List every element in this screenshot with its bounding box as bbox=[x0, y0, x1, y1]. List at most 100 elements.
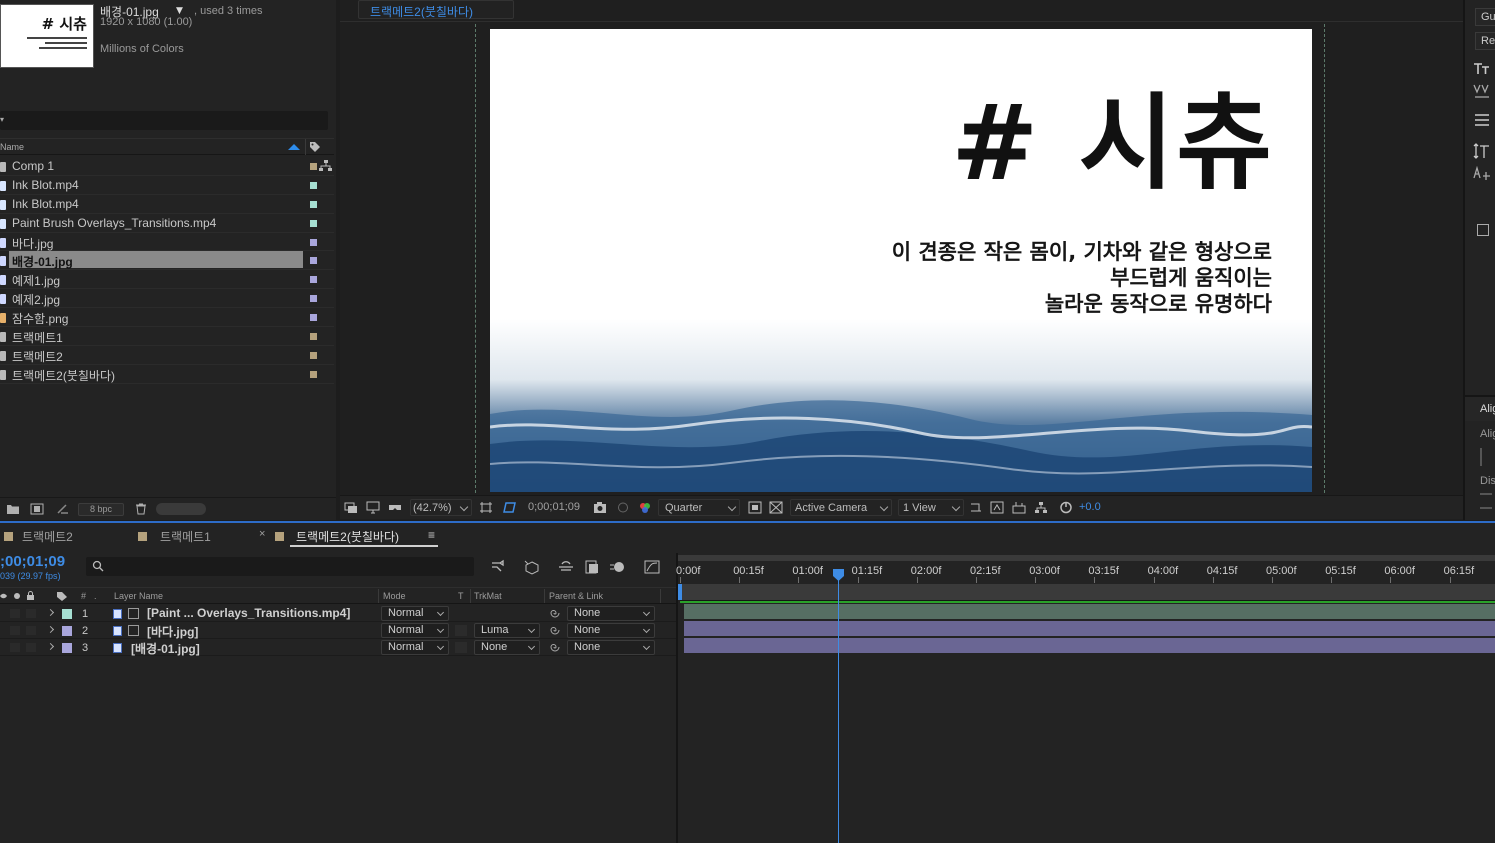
column-mode[interactable]: Mode bbox=[383, 591, 406, 601]
project-item[interactable]: Paint Brush Overlays_Transitions.mp4 bbox=[0, 214, 334, 233]
flowchart-icon[interactable] bbox=[1034, 501, 1048, 514]
layer-bar-1[interactable] bbox=[684, 604, 1495, 619]
lock-toggle[interactable] bbox=[26, 626, 36, 635]
label-color-swatch[interactable] bbox=[310, 370, 317, 378]
camera-dropdown[interactable]: Active Camera bbox=[790, 499, 892, 516]
track-matte-dropdown[interactable]: None bbox=[474, 640, 540, 655]
expand-twirl-icon[interactable] bbox=[46, 625, 55, 634]
hide-shy-layers-icon[interactable] bbox=[557, 559, 575, 575]
timeline-tab-2[interactable]: 트랙메트1 bbox=[160, 528, 211, 545]
layer-name[interactable]: [Paint ... Overlays_Transitions.mp4] bbox=[147, 606, 350, 620]
parent-dropdown[interactable]: None bbox=[567, 640, 655, 655]
project-item[interactable]: 바다.jpg bbox=[0, 233, 334, 252]
pick-whip-icon[interactable] bbox=[549, 641, 561, 653]
mask-visibility-icon[interactable] bbox=[502, 501, 516, 514]
project-item[interactable]: 트랙메트2 bbox=[0, 346, 334, 365]
time-navigator[interactable] bbox=[678, 555, 1495, 561]
visibility-toggle[interactable] bbox=[10, 626, 20, 635]
fast-previews-icon[interactable] bbox=[990, 501, 1004, 514]
layer-label-swatch[interactable] bbox=[62, 626, 72, 636]
label-color-swatch[interactable] bbox=[310, 333, 317, 341]
label-tag-icon[interactable] bbox=[56, 591, 68, 602]
lock-toggle[interactable] bbox=[26, 643, 36, 652]
trash-icon[interactable] bbox=[134, 503, 148, 515]
distribute-top-icon[interactable] bbox=[1480, 493, 1492, 509]
monitor-icon[interactable] bbox=[366, 501, 380, 514]
grid-guides-icon[interactable] bbox=[479, 501, 493, 514]
close-icon[interactable]: × bbox=[259, 528, 265, 540]
timeline-search-input[interactable] bbox=[86, 557, 474, 576]
column-name-label[interactable]: Name bbox=[0, 142, 24, 152]
preserve-transparency-toggle[interactable] bbox=[455, 625, 467, 636]
pick-whip-icon[interactable] bbox=[549, 624, 561, 636]
blend-mode-dropdown[interactable]: Normal bbox=[381, 606, 449, 621]
lock-toggle[interactable] bbox=[26, 609, 36, 618]
graph-editor-icon[interactable] bbox=[643, 559, 661, 575]
label-color-swatch[interactable] bbox=[310, 219, 317, 227]
align-left-icon[interactable] bbox=[1480, 448, 1492, 466]
interpret-footage-icon[interactable] bbox=[56, 503, 70, 515]
chevron-down-icon[interactable]: ▼ bbox=[176, 6, 183, 16]
layer-row[interactable]: 1 [Paint ... Overlays_Transitions.mp4] Nor… bbox=[0, 605, 676, 622]
project-item[interactable]: 트랙메트1 bbox=[0, 327, 334, 346]
label-color-swatch[interactable] bbox=[310, 314, 317, 322]
label-color-swatch[interactable] bbox=[310, 276, 317, 284]
column-trkmat[interactable]: TrkMat bbox=[474, 591, 502, 601]
label-color-swatch[interactable] bbox=[310, 351, 317, 359]
project-item[interactable]: 잠수함.png bbox=[0, 308, 334, 328]
current-time-indicator[interactable] bbox=[833, 569, 844, 581]
label-color-swatch[interactable] bbox=[310, 163, 317, 170]
blend-mode-dropdown[interactable]: Normal bbox=[381, 640, 449, 655]
label-tag-icon[interactable] bbox=[309, 141, 321, 153]
layer-switch-icon[interactable] bbox=[128, 625, 139, 636]
expand-twirl-icon[interactable] bbox=[46, 608, 55, 617]
flowchart-icon[interactable] bbox=[319, 160, 332, 172]
expand-twirl-icon[interactable] bbox=[46, 642, 55, 651]
layer-label-swatch[interactable] bbox=[62, 643, 72, 653]
label-color-swatch[interactable] bbox=[310, 238, 317, 246]
motion-blur-icon[interactable] bbox=[609, 559, 627, 575]
resolution-dropdown[interactable]: Quarter bbox=[658, 499, 740, 516]
layer-bar-2[interactable] bbox=[684, 621, 1495, 636]
composition-viewer[interactable]: # 시츄 이 견종은 작은 몸이, 기차와 같은 형상으로 부드럽게 움직이는 … bbox=[490, 29, 1312, 492]
new-composition-icon[interactable] bbox=[30, 503, 44, 515]
sort-ascending-icon[interactable] bbox=[288, 144, 300, 150]
layer-row[interactable]: 3 [배경-01.jpg] Normal None None bbox=[0, 639, 676, 656]
project-item[interactable]: Ink Blot.mp4 bbox=[0, 195, 334, 214]
new-folder-icon[interactable] bbox=[6, 503, 20, 515]
bit-depth-button[interactable]: 8 bpc bbox=[78, 503, 124, 516]
timeline-link-icon[interactable] bbox=[1012, 501, 1026, 514]
project-item[interactable]: Ink Blot.mp4 bbox=[0, 176, 334, 195]
transparency-grid-icon[interactable] bbox=[769, 501, 783, 514]
project-search-input[interactable] bbox=[0, 111, 328, 130]
camera-snapshot-icon[interactable] bbox=[593, 501, 607, 514]
project-item[interactable]: 예제1.jpg bbox=[0, 270, 334, 290]
color-channels-icon[interactable] bbox=[638, 501, 652, 514]
label-color-swatch[interactable] bbox=[310, 295, 317, 303]
timeline-tab-active[interactable]: 트랙메트2(붓칠바다) bbox=[296, 528, 399, 545]
panel-menu-icon[interactable]: ≡ bbox=[428, 528, 435, 542]
project-item[interactable]: 배경-01.jpg bbox=[0, 251, 334, 271]
thumbnail-size-slider[interactable] bbox=[156, 503, 206, 515]
project-item[interactable]: 예제2.jpg bbox=[0, 289, 334, 309]
timeline-current-time[interactable]: ;00;01;09 bbox=[0, 553, 65, 570]
view-layout-dropdown[interactable]: 1 View bbox=[898, 499, 964, 516]
magnification-dropdown[interactable]: (42.7%) bbox=[410, 499, 472, 516]
label-color-swatch[interactable] bbox=[310, 257, 317, 265]
column-t[interactable]: T bbox=[458, 591, 464, 601]
layer-row[interactable]: 2 [바다.jpg] Normal Luma None bbox=[0, 622, 676, 639]
composition-tab[interactable]: 트랙메트2(붓칠바다) bbox=[358, 0, 514, 19]
preserve-transparency-toggle[interactable] bbox=[455, 642, 467, 653]
font-family-dropdown[interactable]: Gul bbox=[1475, 8, 1495, 26]
draft-3d-icon[interactable] bbox=[523, 559, 541, 575]
exposure-value[interactable]: +0.0 bbox=[1079, 501, 1101, 513]
frame-blending-icon[interactable] bbox=[583, 559, 601, 575]
column-layer-name[interactable]: Layer Name bbox=[114, 591, 163, 601]
align-panel-tab[interactable]: Alig bbox=[1465, 395, 1495, 421]
faux-bold-checkbox[interactable] bbox=[1477, 224, 1489, 236]
work-area-bar[interactable] bbox=[680, 584, 1495, 601]
pick-whip-icon[interactable] bbox=[549, 607, 561, 619]
blend-mode-dropdown[interactable]: Normal bbox=[381, 623, 449, 638]
project-item[interactable]: Comp 1 bbox=[0, 157, 334, 176]
layer-name[interactable]: [배경-01.jpg] bbox=[131, 640, 200, 657]
